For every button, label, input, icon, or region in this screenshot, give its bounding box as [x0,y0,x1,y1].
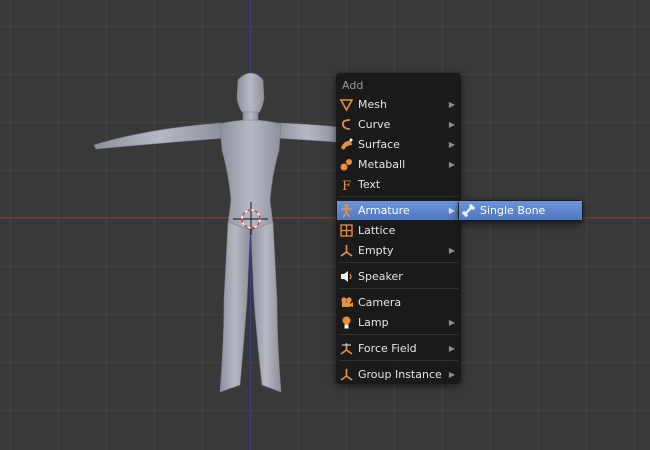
menu-separator [339,262,458,263]
menu-item-lamp[interactable]: Lamp ▶ [337,313,460,332]
armature-icon [341,204,352,218]
menu-item-lattice[interactable]: Lattice [337,221,460,240]
submenu-item-label: Single Bone [480,204,546,217]
figure-left-leg [219,221,251,393]
menu-item-metaball[interactable]: Metaball ▶ [337,155,460,174]
menu-item-label: Force Field [358,342,417,355]
menu-item-label: Speaker [358,270,403,283]
menu-item-label: Camera [358,296,402,309]
mesh-icon [339,99,354,112]
figure-left-arm [93,122,226,150]
menu-separator [339,360,458,361]
submenu-arrow-icon: ▶ [448,370,455,379]
menu-separator [339,288,458,289]
menu-item-label: Text [358,178,381,191]
metaball-icon [340,159,352,171]
camera-icon [341,297,353,307]
submenu-arrow-icon: ▶ [448,206,455,215]
menu-item-label: Group Instance [358,368,442,381]
lamp-icon [342,316,351,329]
menu-item-empty[interactable]: Empty ▶ [337,241,460,260]
menu-item-label: Empty [358,244,394,257]
menu-item-camera[interactable]: Camera [337,293,460,312]
armature-submenu: Single Bone [458,200,583,222]
menu-item-label: Mesh [358,98,387,111]
submenu-arrow-icon: ▶ [448,160,455,169]
svg-text:F: F [342,179,351,192]
menu-item-surface[interactable]: Surface ▶ [337,135,460,154]
menu-item-speaker[interactable]: Speaker [337,267,460,286]
force-field-icon [340,343,353,355]
menu-item-label: Lamp [358,316,389,329]
submenu-arrow-icon: ▶ [448,100,455,109]
menu-item-label: Metaball [358,158,406,171]
human-figure-mesh[interactable] [0,0,650,450]
menu-item-group-instance[interactable]: Group Instance ▶ [337,365,460,384]
figure-head [236,72,265,117]
menu-item-force-field[interactable]: Force Field ▶ [337,339,460,358]
menu-item-label: Curve [358,118,391,131]
lattice-icon [340,224,353,237]
surface-icon [341,138,353,150]
text-icon: F [342,179,351,192]
submenu-item-single-bone[interactable]: Single Bone [459,201,582,220]
bone-icon [462,204,475,217]
menu-separator [339,196,458,197]
menu-separator [339,334,458,335]
add-menu-title: Add [342,79,364,92]
menu-item-curve[interactable]: Curve ▶ [337,115,460,134]
menu-item-label: Surface [358,138,400,151]
submenu-arrow-icon: ▶ [448,120,455,129]
submenu-arrow-icon: ▶ [448,140,455,149]
group-instance-icon [340,369,353,381]
figure-right-leg [250,221,282,393]
menu-item-label: Lattice [358,224,396,237]
menu-item-armature[interactable]: Armature ▶ [337,201,460,220]
menu-item-text[interactable]: F Text [337,175,460,194]
add-menu: Add Mesh ▶ Curve ▶ Surface ▶ Metaball ▶ F Text Arm… [336,73,461,384]
figure-right-arm [275,122,339,143]
submenu-arrow-icon: ▶ [448,246,455,255]
menu-item-label: Armature [358,204,410,217]
submenu-arrow-icon: ▶ [448,318,455,327]
submenu-arrow-icon: ▶ [448,344,455,353]
empty-icon [340,245,353,257]
speaker-icon [341,271,352,282]
3d-viewport[interactable] [0,0,650,450]
menu-item-mesh[interactable]: Mesh ▶ [337,95,460,114]
curve-icon [342,119,351,130]
